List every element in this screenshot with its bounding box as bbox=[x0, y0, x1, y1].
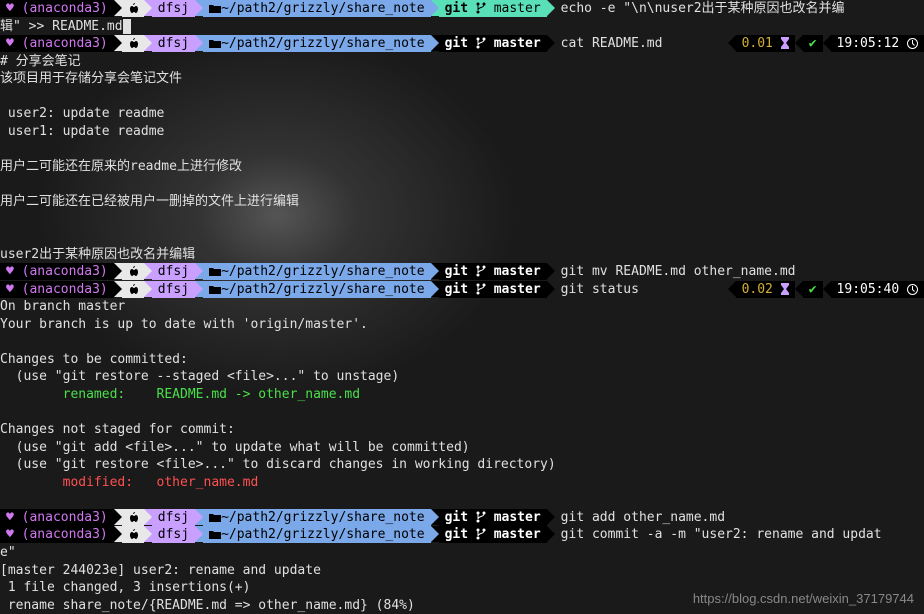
output-line: 用户二可能还在已经被用户一删掉的文件上进行编辑 bbox=[0, 193, 924, 211]
prompt-row-1: ♥ (anaconda3) dfsj ~/path2/grizzly/share… bbox=[0, 0, 924, 18]
output-line: 该项目用于存储分享会笔记文件 bbox=[0, 70, 924, 88]
command-text[interactable]: git add other_name.md bbox=[555, 509, 725, 527]
output-line: (use "git restore --staged <file>..." to… bbox=[0, 368, 924, 386]
output-line-staged: renamed: README.md -> other_name.md bbox=[0, 386, 924, 404]
output-line: user2: update readme bbox=[0, 105, 924, 123]
path-segment: ~/path2/grizzly/share_note bbox=[203, 0, 431, 17]
command-text[interactable]: git status bbox=[555, 281, 639, 299]
branch-icon bbox=[476, 2, 486, 14]
prompt-row-2: ♥ (anaconda3) dfsj ~/path2/grizzly/share… bbox=[0, 35, 924, 53]
apple-logo-icon: ♥ bbox=[6, 1, 14, 16]
apple-icon bbox=[128, 2, 138, 14]
command-text[interactable]: git mv README.md other_name.md bbox=[555, 263, 796, 281]
status-ok-segment: ✔ bbox=[803, 35, 823, 52]
prompt-row-4: ♥ (anaconda3) dfsj ~/path2/grizzly/share… bbox=[0, 281, 924, 299]
check-icon: ✔ bbox=[809, 36, 817, 51]
folder-icon bbox=[209, 4, 221, 14]
hourglass-icon bbox=[781, 37, 789, 49]
clock-segment: 19:05:12 bbox=[831, 35, 924, 52]
prompt-row-3: ♥ (anaconda3) dfsj ~/path2/grizzly/share… bbox=[0, 263, 924, 281]
git-segment: git master bbox=[439, 0, 547, 17]
output-line: Changes to be committed: bbox=[0, 351, 924, 369]
output-line: user2出于某种原因也改名并编辑 bbox=[0, 246, 924, 264]
command-wrap-6: e" bbox=[0, 544, 924, 562]
output-line: 用户二可能还在原来的readme上进行修改 bbox=[0, 158, 924, 176]
command-text[interactable]: git commit -a -m "user2: rename and upda… bbox=[555, 526, 882, 544]
output-line: On branch master bbox=[0, 298, 924, 316]
prompt-row-5: ♥ (anaconda3) dfsj ~/path2/grizzly/share… bbox=[0, 509, 924, 527]
output-line: user1: update readme bbox=[0, 123, 924, 141]
user-segment: dfsj bbox=[152, 0, 195, 17]
exec-time-segment: 0.01 bbox=[736, 35, 795, 52]
output-line-unstaged: modified: other_name.md bbox=[0, 474, 924, 492]
heart-icon: ♥ bbox=[6, 36, 14, 51]
env-segment: ♥ (anaconda3) bbox=[0, 0, 114, 17]
command-text[interactable]: cat README.md bbox=[555, 35, 663, 53]
prompt-row-6: ♥ (anaconda3) dfsj ~/path2/grizzly/share… bbox=[0, 526, 924, 544]
output-line: [master 244023e] user2: rename and updat… bbox=[0, 562, 924, 580]
clock-icon bbox=[907, 38, 918, 49]
cursor-icon bbox=[123, 19, 131, 34]
command-wrap-1: 辑" >> README.md bbox=[0, 18, 924, 36]
watermark-text: https://blog.csdn.net/weixin_37179744 bbox=[693, 590, 914, 608]
output-line: Changes not staged for commit: bbox=[0, 421, 924, 439]
command-text[interactable]: echo -e "\n\nuser2出于某种原因也改名并编 bbox=[555, 0, 845, 18]
apple-segment bbox=[122, 0, 144, 17]
output-line: Your branch is up to date with 'origin/m… bbox=[0, 316, 924, 334]
output-line: (use "git restore <file>..." to discard … bbox=[0, 456, 924, 474]
output-line: # 分享会笔记 bbox=[0, 53, 924, 71]
output-line: (use "git add <file>..." to update what … bbox=[0, 439, 924, 457]
